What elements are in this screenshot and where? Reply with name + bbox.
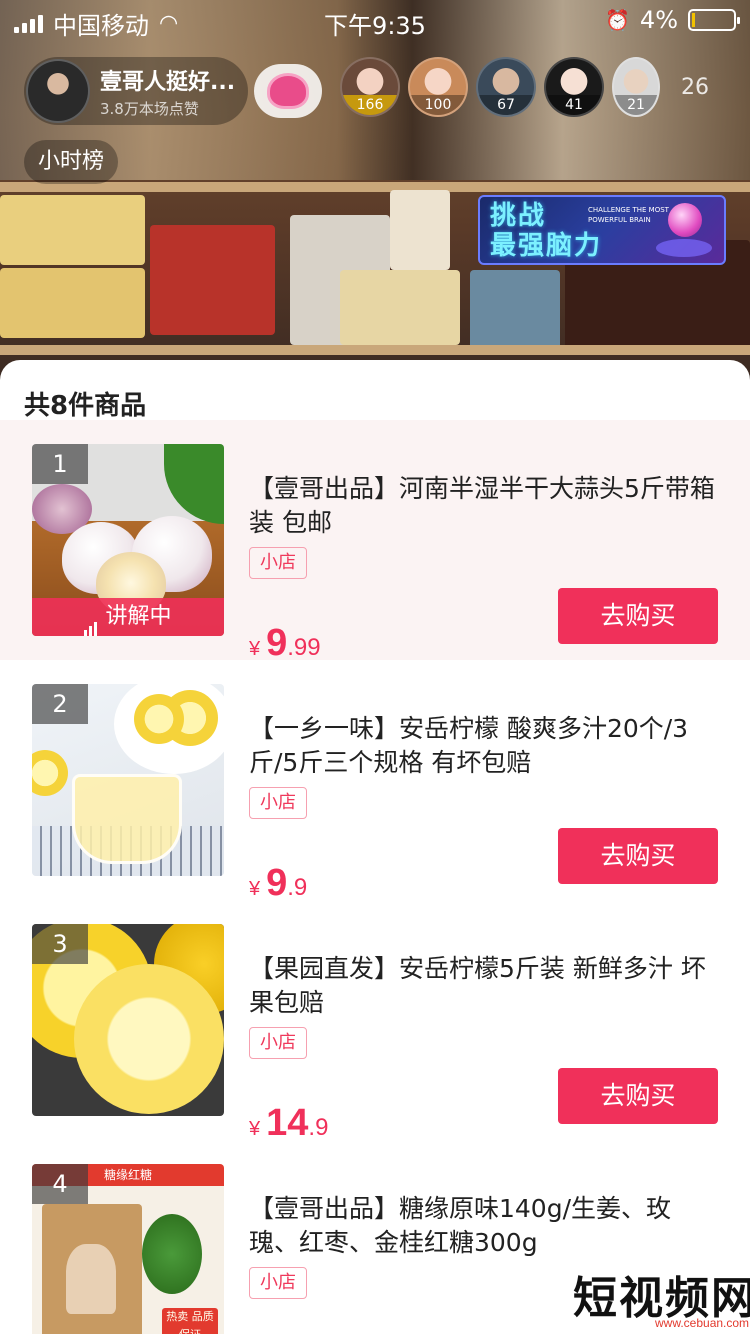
product-price: ¥9.99 xyxy=(249,622,321,665)
viewer-score: 67 xyxy=(478,95,534,115)
product-thumbnail[interactable]: 1 讲解中 xyxy=(32,444,224,636)
shelf-product xyxy=(150,225,275,335)
viewer-score: 100 xyxy=(410,95,466,115)
lemon-slice-image xyxy=(134,694,184,744)
shop-badge: 小店 xyxy=(249,1267,307,1299)
viewer-score: 41 xyxy=(546,95,602,115)
challenge-banner[interactable]: 挑战 最强脑力 CHALLENGE THE MOST POWERFUL BRAI… xyxy=(478,195,726,265)
hourly-rank-button[interactable]: 小时榜 xyxy=(24,140,119,184)
challenge-title: 挑战 最强脑力 xyxy=(490,201,602,261)
heart-icon xyxy=(270,76,306,106)
price-integer: 14 xyxy=(266,1102,309,1144)
price-integer: 9 xyxy=(266,622,288,664)
currency-symbol: ¥ xyxy=(249,1118,261,1140)
buy-button[interactable]: 去购买 xyxy=(558,1068,718,1124)
brown-sugar-box-image xyxy=(42,1204,142,1334)
product-title[interactable]: 【壹哥出品】河南半湿半干大蒜头5斤带箱装 包邮 xyxy=(249,472,719,540)
challenge-title-line1: 挑战 xyxy=(490,201,547,231)
alarm-icon: ⏰ xyxy=(605,8,630,32)
battery-level xyxy=(692,13,695,27)
product-title[interactable]: 【壹哥出品】糖缘原味140g/生姜、玫瑰、红枣、金桂红糖300g xyxy=(249,1192,719,1260)
status-bar: 中国移动 ◠ 下午9:35 ⏰ 4% xyxy=(0,0,750,40)
price-decimal: .9 xyxy=(287,874,308,901)
viewer-avatar[interactable]: 100 xyxy=(408,57,468,117)
ball-stand-icon xyxy=(656,239,712,257)
shelf-edge xyxy=(0,182,750,192)
product-rank: 2 xyxy=(32,684,88,724)
watermark-url: www.cebuan.com xyxy=(655,1316,750,1330)
shelf-product xyxy=(390,190,450,270)
lemon-tea-cup-image xyxy=(72,774,182,864)
host-card[interactable]: 壹哥人挺好... 3.8万本场点赞 xyxy=(24,57,248,125)
host-name: 壹哥人挺好... xyxy=(100,69,236,95)
buy-button[interactable]: 去购买 xyxy=(558,828,718,884)
leaf-decoration xyxy=(164,444,224,524)
lemon-slice-image xyxy=(74,964,224,1114)
product-rank: 1 xyxy=(32,444,88,484)
battery-icon xyxy=(688,9,740,31)
product-item[interactable]: 1 讲解中 【壹哥出品】河南半湿半干大蒜头5斤带箱装 包邮 小店 ¥9.99 去… xyxy=(0,420,750,664)
viewer-avatar[interactable]: 21 xyxy=(612,57,660,117)
host-avatar[interactable] xyxy=(26,59,90,123)
product-price: ¥14.9 xyxy=(249,1102,328,1145)
currency-symbol: ¥ xyxy=(249,878,261,900)
price-integer: 9 xyxy=(266,862,288,904)
product-thumbnail[interactable]: 2 xyxy=(32,684,224,876)
host-likes: 3.8万本场点赞 xyxy=(100,99,199,118)
product-price: ¥9.9 xyxy=(249,862,307,905)
shop-badge: 小店 xyxy=(249,1027,307,1059)
challenge-subtitle: CHALLENGE THE MOST POWERFUL BRAIN xyxy=(588,206,669,224)
product-thumbnail[interactable]: 糖缘红糖 热卖 品质保证 4 xyxy=(32,1164,224,1334)
viewer-avatar[interactable]: 166 xyxy=(340,57,400,117)
explaining-label: 讲解中 xyxy=(105,604,172,629)
price-decimal: .9 xyxy=(308,1114,329,1141)
product-item[interactable]: 2 【一乡一味】安岳柠檬 酸爽多汁20个/3斤/5斤三个规格 有坏包赔 小店 ¥… xyxy=(0,660,750,904)
online-count[interactable]: 26 xyxy=(670,64,720,112)
price-decimal: .99 xyxy=(287,634,321,661)
viewer-avatar[interactable]: 67 xyxy=(476,57,536,117)
viewer-score: 21 xyxy=(614,95,658,115)
product-title[interactable]: 【果园直发】安岳柠檬5斤装 新鲜多汁 坏果包赔 xyxy=(249,952,719,1020)
product-item[interactable]: 3 【果园直发】安岳柠檬5斤装 新鲜多汁 坏果包赔 小店 ¥14.9 去购买 xyxy=(0,900,750,1144)
sound-wave-icon xyxy=(84,598,99,636)
brain-ball-icon xyxy=(668,203,702,237)
plant-image xyxy=(142,1214,202,1294)
shop-badge: 小店 xyxy=(249,787,307,819)
shelf-edge xyxy=(0,345,750,355)
product-thumbnail[interactable]: 3 xyxy=(32,924,224,1116)
shelf-product xyxy=(340,270,460,345)
product-title[interactable]: 【一乡一味】安岳柠檬 酸爽多汁20个/3斤/5斤三个规格 有坏包赔 xyxy=(249,712,719,780)
product-list-sheet: 共8件商品 1 讲解中 【壹哥出品】河南半湿半干大蒜头5斤带箱装 包邮 小店 ¥… xyxy=(0,360,750,1334)
product-rank: 3 xyxy=(32,924,88,964)
battery-percent: 4% xyxy=(639,6,678,34)
buy-button[interactable]: 去购买 xyxy=(558,588,718,644)
challenge-title-line2: 最强脑力 xyxy=(490,231,603,261)
viewer-avatar[interactable]: 41 xyxy=(544,57,604,117)
follow-button[interactable] xyxy=(254,64,322,118)
hot-sale-tag: 热卖 品质保证 xyxy=(162,1308,218,1334)
shop-badge: 小店 xyxy=(249,547,307,579)
shelf-product xyxy=(0,268,145,338)
product-rank: 4 xyxy=(32,1164,88,1204)
top-viewers: 166 100 67 41 21 xyxy=(340,57,660,117)
lemon-slice-image xyxy=(32,750,68,796)
currency-symbol: ¥ xyxy=(249,638,261,660)
watermark: 短视频网 www.cebuan.com xyxy=(565,1262,750,1334)
shelf-product xyxy=(470,270,560,350)
shelf-product xyxy=(0,195,145,265)
viewer-score: 166 xyxy=(342,95,398,115)
explaining-badge: 讲解中 xyxy=(32,598,224,636)
